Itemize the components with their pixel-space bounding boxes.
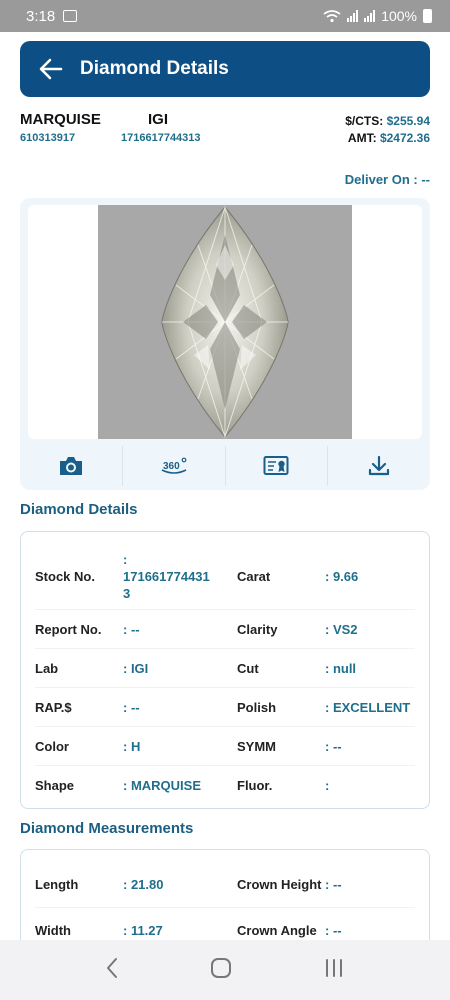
details-key: RAP.$	[35, 699, 72, 715]
details-key: Cut	[237, 660, 259, 676]
measurement-value: : 21.80	[123, 877, 164, 892]
summary-report-no: 1716617744313	[121, 132, 201, 144]
details-value: : 9.66	[325, 569, 359, 584]
details-value: : EXCELLENT	[325, 699, 411, 715]
details-value-colon: :	[123, 552, 128, 567]
amount-value: $2472.36	[379, 131, 430, 145]
price-per-carat: $/CTS: $255.94	[345, 114, 430, 128]
recents-icon	[325, 958, 342, 977]
diamond-details-card: Stock No. : 1716617744313 Carat : 9.66 R…	[20, 531, 430, 809]
details-value-stack: : 1716617744313	[123, 551, 237, 602]
details-row: Shape : MARQUISE Fluor. :	[35, 766, 415, 805]
nav-home-button[interactable]	[210, 957, 232, 984]
details-value: : null	[325, 660, 357, 676]
page-title: Diamond Details	[80, 58, 229, 79]
photo-button[interactable]	[20, 446, 123, 486]
diamond-summary: MARQUISE 610313917 IGI 1716617744313 $/C…	[20, 111, 430, 151]
diamond-measurements-heading: Diamond Measurements	[20, 820, 194, 837]
details-value: : VS2	[325, 621, 358, 637]
summary-stock-no: 610313917	[20, 132, 76, 144]
video-360-button[interactable]: 360	[123, 446, 226, 486]
details-value: :	[325, 778, 330, 793]
measurement-value: : 11.27	[123, 922, 163, 938]
details-row: RAP.$ : -- Polish : EXCELLENT	[35, 688, 415, 727]
nav-recents-button[interactable]	[323, 958, 345, 983]
details-row: Report No. : -- Clarity : VS2	[35, 610, 415, 649]
summary-shape: MARQUISE	[20, 111, 101, 128]
app-header: Diamond Details	[20, 41, 430, 97]
download-button[interactable]	[328, 446, 430, 486]
details-key: Shape	[35, 778, 75, 793]
system-nav-bar	[0, 940, 450, 1000]
details-key: SYMM	[237, 738, 276, 754]
details-value: : --	[325, 738, 342, 754]
chevron-left-icon	[107, 957, 118, 978]
measurement-key: Length	[35, 877, 79, 892]
measurement-key: Crown Height	[237, 877, 322, 892]
details-value: : H	[123, 738, 141, 754]
details-value: : MARQUISE	[123, 778, 201, 793]
battery-icon	[423, 9, 432, 23]
price-label: $/CTS:	[345, 114, 384, 128]
nav-back-button[interactable]	[105, 957, 119, 984]
deliver-on: Deliver On : --	[344, 172, 430, 187]
marquise-diamond-graphic	[161, 205, 289, 439]
certificate-button[interactable]	[226, 446, 329, 486]
360-view-icon: 360	[161, 457, 187, 474]
measurement-value: : --	[325, 877, 342, 892]
signal-icon	[347, 10, 359, 22]
details-value: 1716617744313	[123, 569, 210, 601]
download-icon	[369, 455, 390, 476]
signal-2-icon	[364, 10, 376, 22]
arrow-left-icon	[39, 58, 63, 80]
certificate-icon	[263, 456, 289, 475]
media-card: 360	[20, 198, 430, 490]
svg-text:360: 360	[163, 461, 180, 472]
measurement-key: Crown Angle	[237, 922, 317, 938]
summary-lab: IGI	[148, 111, 169, 128]
status-bar: 3:18 100%	[0, 0, 450, 32]
price-value: $255.94	[386, 114, 430, 128]
back-button[interactable]	[38, 56, 64, 82]
measurement-value: : --	[325, 922, 342, 938]
details-row: Stock No. : 1716617744313 Carat : 9.66	[35, 544, 415, 610]
details-key: Polish	[237, 699, 277, 715]
media-viewer	[28, 205, 422, 439]
gallery-notification-icon	[63, 10, 78, 22]
measurement-row: Length : 21.80 Crown Height : --	[35, 862, 415, 908]
camera-icon	[59, 457, 82, 475]
details-key: Clarity	[237, 621, 278, 637]
details-key: Stock No.	[35, 569, 95, 584]
wifi-icon	[323, 9, 341, 22]
battery-percent: 100%	[381, 8, 417, 24]
home-icon	[210, 957, 231, 978]
details-key: Fluor.	[237, 778, 273, 793]
status-right: 100%	[323, 8, 432, 24]
status-time: 3:18	[26, 7, 56, 25]
total-amount: AMT: $2472.36	[348, 131, 430, 145]
details-value: : --	[123, 621, 140, 637]
details-key: Lab	[35, 660, 59, 676]
details-value: : --	[123, 699, 140, 715]
details-row: Color : H SYMM : --	[35, 727, 415, 766]
media-actions: 360	[20, 446, 430, 486]
measurement-key: Width	[35, 922, 71, 938]
amount-label: AMT:	[347, 131, 377, 145]
details-key: Color	[35, 738, 69, 754]
details-value: : IGI	[123, 660, 149, 676]
details-key: Report No.	[35, 621, 102, 637]
diamond-details-heading: Diamond Details	[20, 501, 138, 518]
details-key: Carat	[237, 569, 271, 584]
diamond-image[interactable]	[98, 205, 352, 439]
details-row: Lab : IGI Cut : null	[35, 649, 415, 688]
